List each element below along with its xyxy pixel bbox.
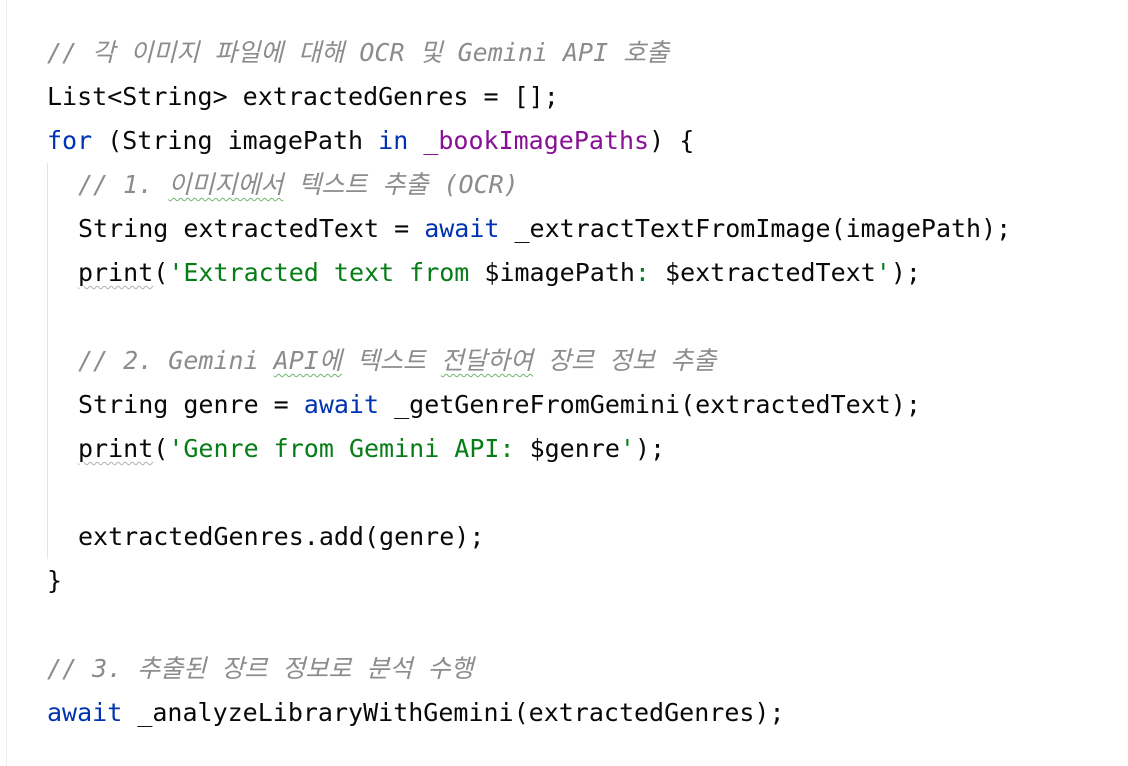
indent-guide <box>47 471 78 515</box>
code-line[interactable]: List<String> extractedGenres = []; <box>47 75 1011 119</box>
code-token: ' <box>619 434 635 463</box>
code-token: await <box>47 698 123 727</box>
code-line[interactable]: String genre = await _getGenreFromGemini… <box>47 383 1011 427</box>
indent-guide <box>47 339 78 383</box>
code-token: 전달하여 <box>440 346 533 375</box>
code-token: $extractedText <box>665 258 876 287</box>
code-line[interactable] <box>47 603 1011 647</box>
code-line[interactable]: extractedGenres.add(genre); <box>47 515 1011 559</box>
code-token: String extractedText = <box>78 214 425 243</box>
code-token: _extractTextFromImage(imagePath); <box>499 214 1012 243</box>
code-line[interactable]: // 1. 이미지에서 텍스트 추출 (OCR) <box>47 163 1011 207</box>
code-token: print <box>78 434 154 463</box>
code-token: for <box>47 126 93 155</box>
code-token: ( <box>153 434 169 463</box>
code-line[interactable]: // 각 이미지 파일에 대해 OCR 및 Gemini API 호출 <box>47 31 1011 75</box>
code-token: } <box>47 566 63 595</box>
code-line[interactable] <box>47 471 1011 515</box>
indent-guide <box>47 427 78 471</box>
code-line[interactable]: // 3. 추출된 장르 정보로 분석 수행 <box>47 647 1011 691</box>
code-token: await <box>424 214 500 243</box>
code-token: 텍스트 <box>341 346 441 375</box>
code-token: await <box>303 390 380 419</box>
code-editor[interactable]: // 각 이미지 파일에 대해 OCR 및 Gemini API 호출 List<… <box>6 0 1123 766</box>
code-token: 'Extracted text from <box>168 258 485 287</box>
code-token: // 각 이미지 파일에 대해 OCR 및 Gemini API 호출 <box>47 38 670 67</box>
code-token: $imagePath <box>484 258 635 287</box>
code-token: ) { <box>649 126 695 155</box>
code-token: // 2. Gemini <box>78 346 274 375</box>
code-line[interactable]: String extractedText = await _extractTex… <box>47 207 1011 251</box>
code-token: // 1. <box>78 170 169 199</box>
code-token: 'Genre from Gemini API: <box>168 434 530 463</box>
code-token: ); <box>890 258 921 287</box>
code-token: $genre <box>529 434 620 463</box>
code-token: ' <box>875 258 891 287</box>
code-block[interactable]: // 각 이미지 파일에 대해 OCR 및 Gemini API 호출 List<… <box>47 31 1011 735</box>
code-line[interactable]: print('Genre from Gemini API: $genre '); <box>47 427 1011 471</box>
code-token: 이미지에서 <box>168 170 284 199</box>
code-token: : <box>634 258 666 287</box>
code-token: 텍스트 추출 (OCR) <box>283 170 519 199</box>
indent-guide <box>47 515 78 559</box>
code-line[interactable]: await _analyzeLibraryWithGemini(extracte… <box>47 691 1011 735</box>
indent-guide <box>47 163 78 207</box>
code-token: ); <box>634 434 666 463</box>
indent-guide <box>47 251 78 295</box>
code-token: extractedGenres.add(genre); <box>78 522 485 551</box>
code-token: String genre = <box>78 390 304 419</box>
code-line[interactable] <box>47 295 1011 339</box>
code-token: 장르 정보 추출 <box>532 346 717 375</box>
code-line[interactable]: print('Extracted text from $imagePath: $… <box>47 251 1011 295</box>
code-line[interactable]: } <box>47 559 1011 603</box>
code-token: _analyzeLibraryWithGemini(extractedGenre… <box>122 698 785 727</box>
code-token: ( <box>153 258 169 287</box>
code-line[interactable]: // 2. Gemini API에 텍스트 전달하여 장르 정보 추출 <box>47 339 1011 383</box>
code-token: List<String> extractedGenres = []; <box>47 82 559 111</box>
code-token: (String imagePath <box>92 126 379 155</box>
code-token: // 3. 추출된 장르 정보로 분석 수행 <box>47 654 474 683</box>
indent-guide <box>47 207 78 251</box>
code-token: _getGenreFromGemini(extractedText); <box>379 390 921 419</box>
code-token: in <box>378 126 409 155</box>
code-line[interactable]: for (String imagePath in _bookImagePaths… <box>47 119 1011 163</box>
indent-guide <box>47 295 78 339</box>
code-token: API에 <box>273 346 342 375</box>
indent-guide <box>47 383 78 427</box>
code-token: print <box>78 258 154 287</box>
code-token: _bookImagePaths <box>423 126 650 155</box>
